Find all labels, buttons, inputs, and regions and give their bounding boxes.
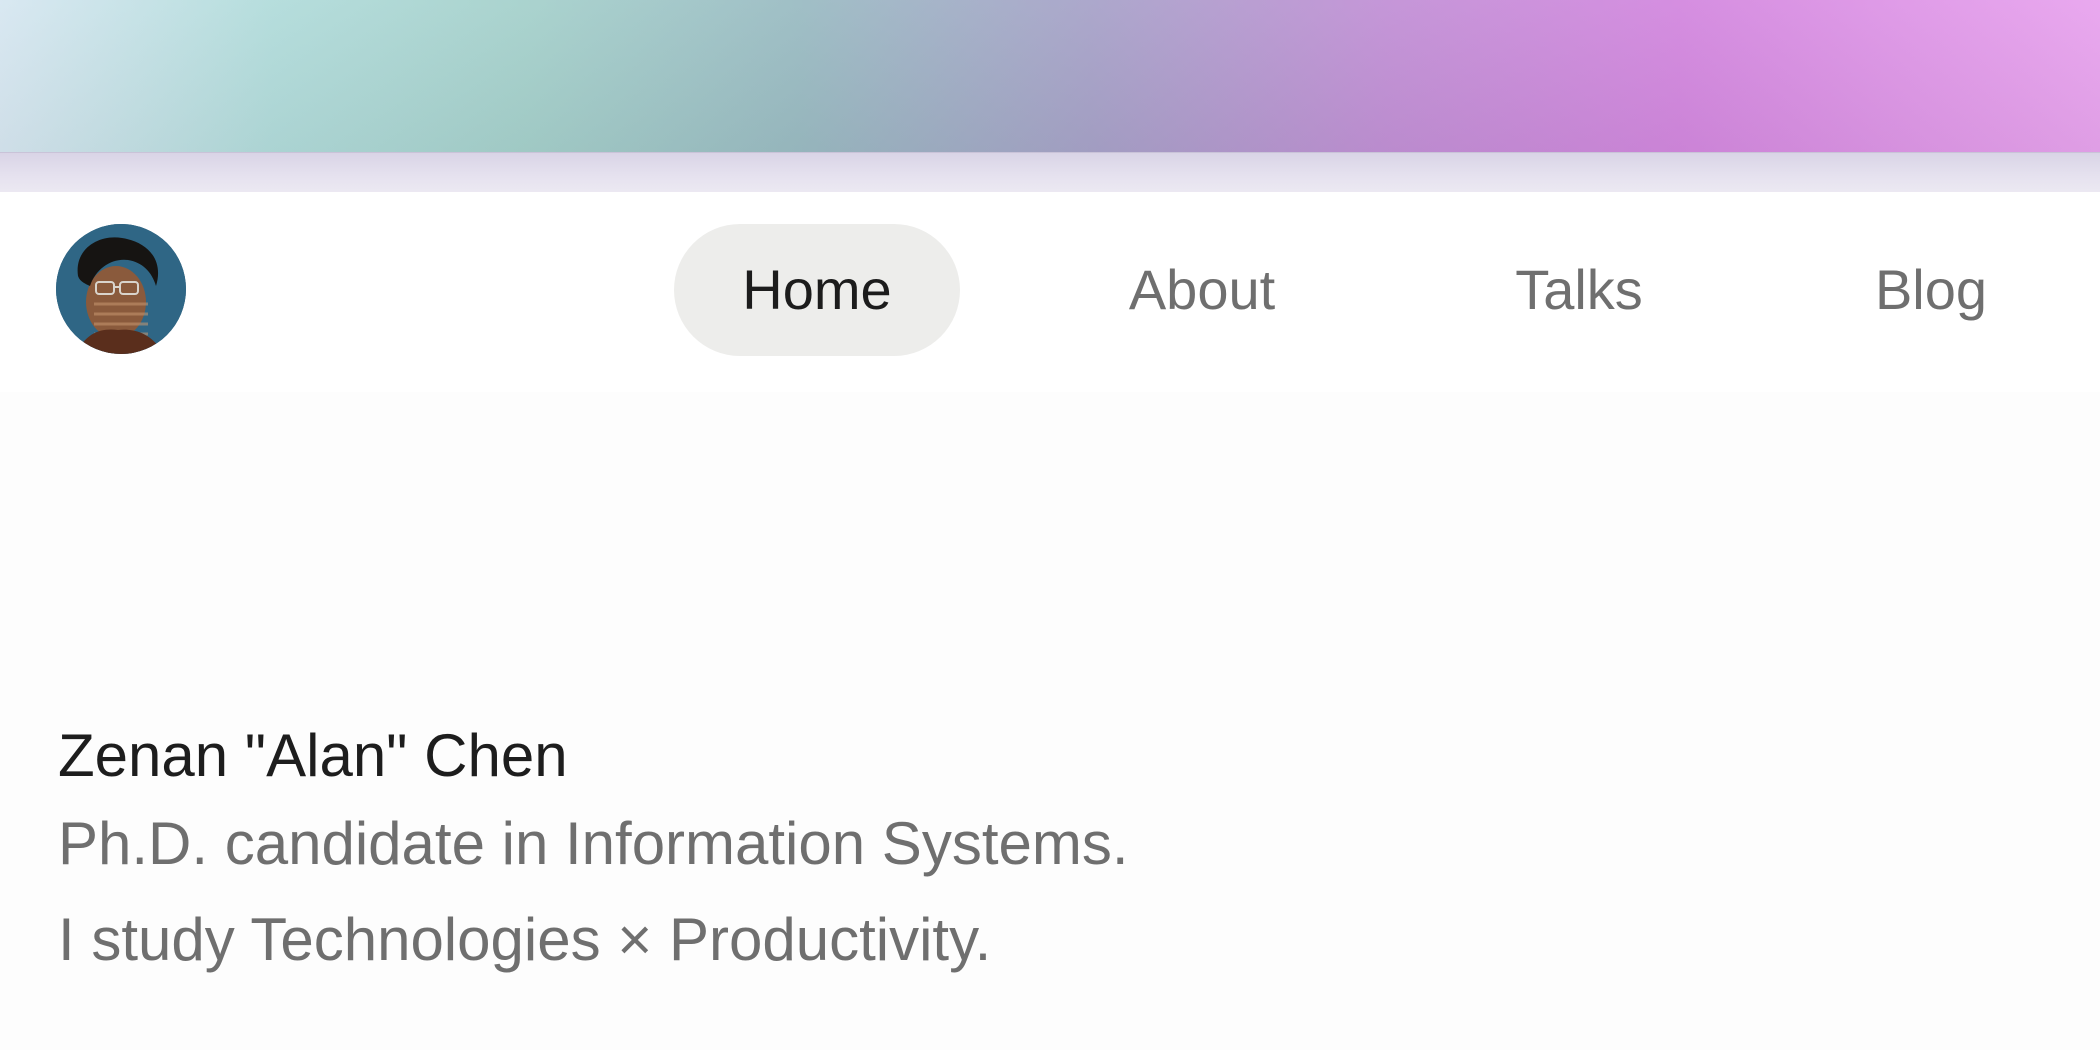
intro-line-research: I study Technologies × Productivity. bbox=[58, 906, 992, 973]
intro-section: Zenan "Alan" Chen Ph.D. candidate in Inf… bbox=[58, 716, 1958, 988]
nav-item-talks[interactable]: Talks bbox=[1474, 224, 1684, 356]
site-header: Home About Talks Blog bbox=[0, 192, 2100, 392]
banner-divider-strip bbox=[0, 152, 2100, 193]
main-nav: Home About Talks Blog bbox=[0, 224, 2100, 356]
nav-item-home[interactable]: Home bbox=[674, 224, 960, 356]
header-gradient-banner bbox=[0, 0, 2100, 152]
nav-item-about[interactable]: About bbox=[1090, 224, 1314, 356]
profile-name: Zenan "Alan" Chen bbox=[58, 722, 568, 789]
nav-item-blog[interactable]: Blog bbox=[1846, 224, 2016, 356]
intro-line-role: Ph.D. candidate in Information Systems. bbox=[58, 810, 1129, 877]
